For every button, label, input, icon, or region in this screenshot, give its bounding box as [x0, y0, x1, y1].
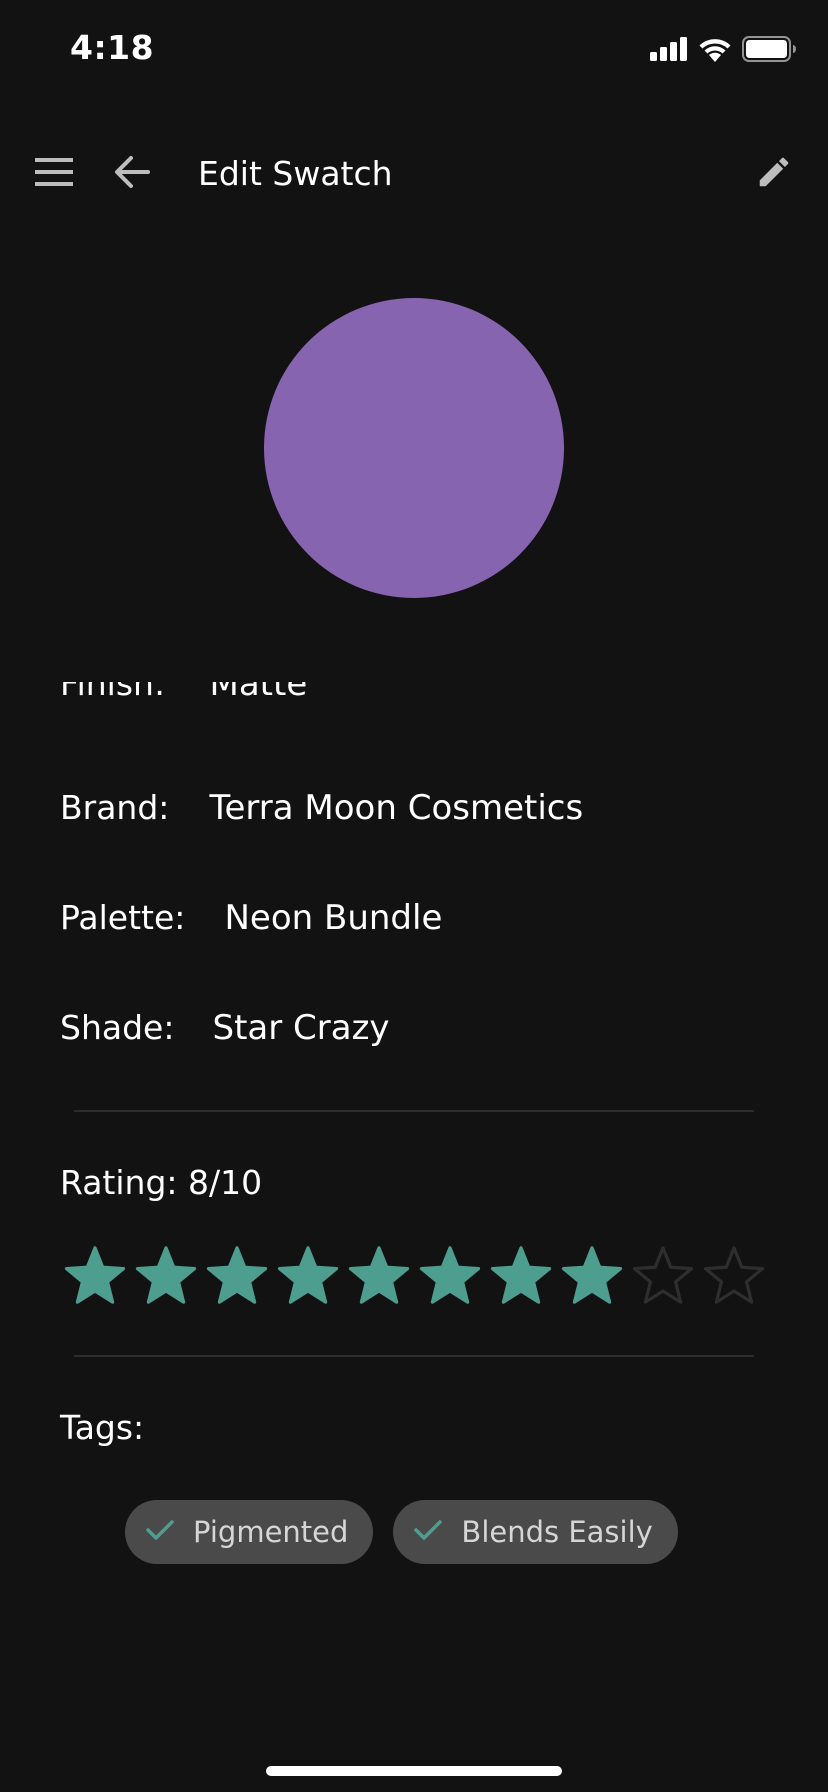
tag-chip-label: Pigmented [193, 1515, 349, 1549]
detail-label: Finish: [60, 682, 166, 703]
detail-value: Matte [209, 682, 308, 704]
star-filled-icon[interactable] [559, 1242, 625, 1308]
detail-row-shade: Shade: Star Crazy [60, 1008, 390, 1048]
star-filled-icon[interactable] [133, 1242, 199, 1308]
divider [74, 1110, 754, 1112]
tags-list: Pigmented Blends Easily [125, 1500, 678, 1564]
star-rating[interactable] [62, 1242, 772, 1308]
star-filled-icon[interactable] [62, 1242, 128, 1308]
swatch-details: Finish: Matte Brand: Terra Moon Cosmetic… [0, 682, 828, 1082]
detail-value: Neon Bundle [224, 898, 443, 938]
star-filled-icon[interactable] [204, 1242, 270, 1308]
status-icons [650, 36, 796, 66]
edit-button[interactable] [746, 146, 802, 202]
detail-row-palette: Palette: Neon Bundle [60, 898, 442, 938]
check-icon [413, 1518, 443, 1546]
tag-chip-label: Blends Easily [461, 1515, 653, 1549]
menu-button[interactable] [26, 146, 82, 202]
status-bar: 4:18 [0, 0, 828, 96]
cellular-signal-icon [650, 37, 688, 65]
status-time: 4:18 [70, 28, 155, 67]
battery-icon [742, 36, 796, 66]
star-filled-icon[interactable] [275, 1242, 341, 1308]
rating-label: Rating: 8/10 [60, 1163, 263, 1202]
hamburger-menu-icon [35, 158, 73, 190]
detail-row-finish: Finish: Matte [60, 682, 307, 704]
star-filled-icon[interactable] [417, 1242, 483, 1308]
detail-value: Star Crazy [212, 1008, 390, 1048]
tag-chip-blends-easily[interactable]: Blends Easily [393, 1500, 678, 1564]
check-icon [145, 1518, 175, 1546]
detail-row-brand: Brand: Terra Moon Cosmetics [60, 788, 583, 828]
wifi-icon [698, 36, 732, 66]
star-empty-icon[interactable] [701, 1242, 767, 1308]
home-indicator[interactable] [266, 1766, 562, 1776]
arrow-left-icon [114, 155, 150, 193]
star-empty-icon[interactable] [630, 1242, 696, 1308]
divider [74, 1355, 754, 1357]
detail-label: Brand: [60, 788, 170, 827]
swatch-color-preview [264, 298, 564, 598]
detail-label: Palette: [60, 898, 186, 937]
tags-label: Tags: [60, 1408, 145, 1447]
tag-chip-pigmented[interactable]: Pigmented [125, 1500, 374, 1564]
app-bar: Edit Swatch [0, 130, 828, 220]
page-title: Edit Swatch [198, 154, 393, 193]
detail-value: Terra Moon Cosmetics [209, 788, 584, 828]
detail-label: Shade: [60, 1008, 175, 1047]
pencil-icon [755, 153, 793, 195]
star-filled-icon[interactable] [488, 1242, 554, 1308]
back-button[interactable] [104, 146, 160, 202]
star-filled-icon[interactable] [346, 1242, 412, 1308]
